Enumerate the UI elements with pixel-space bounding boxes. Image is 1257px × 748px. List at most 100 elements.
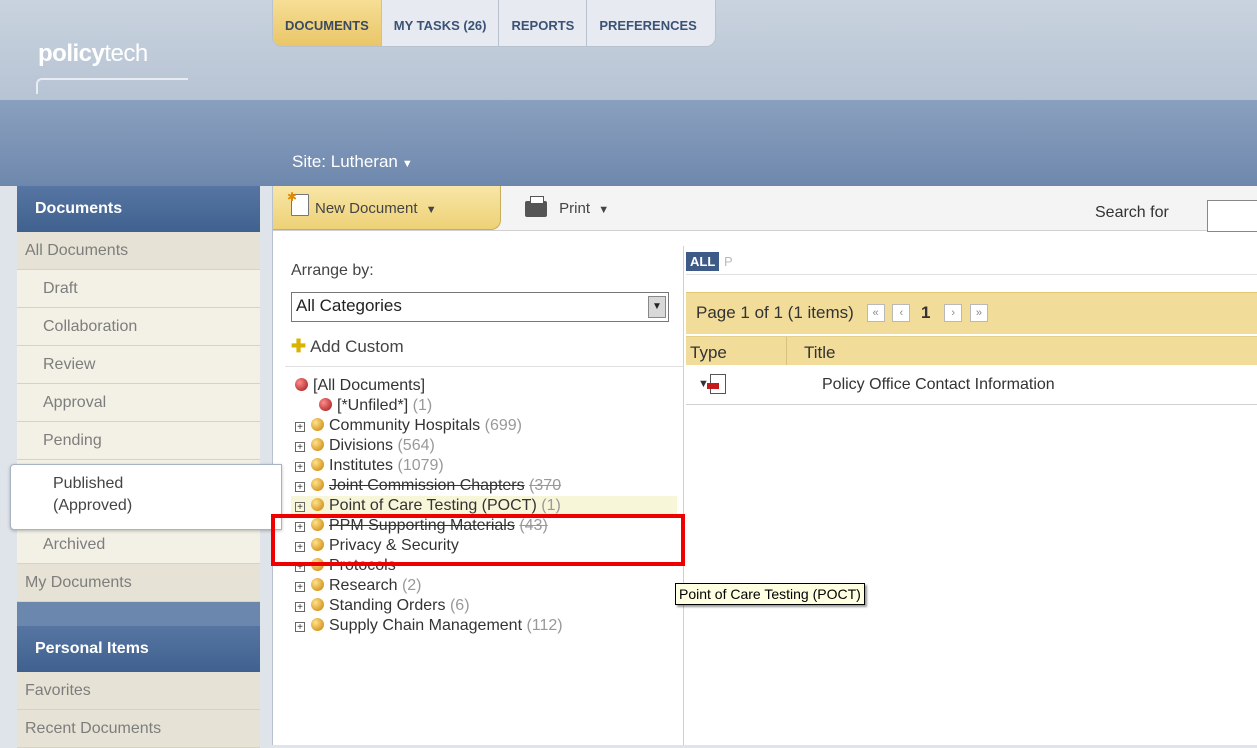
- tree-node[interactable]: [All Documents]: [295, 376, 695, 396]
- new-document-button[interactable]: New Document ▼: [273, 186, 501, 230]
- expand-icon[interactable]: +: [295, 582, 305, 593]
- table-row[interactable]: ▼ Policy Office Contact Information: [686, 370, 1257, 405]
- add-custom-label: Add Custom: [310, 337, 404, 356]
- pane-divider[interactable]: [683, 246, 684, 745]
- expand-icon[interactable]: +: [295, 482, 305, 493]
- tab-reports[interactable]: REPORTS: [499, 0, 588, 46]
- category-ball-icon: [311, 438, 324, 451]
- tree-node-label: [*Unfiled*]: [337, 397, 409, 414]
- expand-icon[interactable]: +: [295, 502, 305, 513]
- tab-documents[interactable]: DOCUMENTS: [273, 0, 382, 46]
- sidebar-item-all-documents[interactable]: All Documents: [17, 232, 260, 270]
- tab-preferences[interactable]: PREFERENCES: [587, 0, 715, 46]
- tree-node[interactable]: + Joint Commission Chapters (370: [295, 476, 695, 496]
- header-band: [0, 100, 1257, 186]
- tree-node-label: Community Hospitals: [329, 417, 481, 434]
- tree-node-count: (112): [526, 617, 563, 634]
- prev-page-icon[interactable]: ‹: [892, 304, 911, 322]
- first-page-icon[interactable]: «: [866, 304, 885, 322]
- sidebar-item-published[interactable]: Published (Approved): [10, 464, 282, 530]
- expand-icon[interactable]: +: [295, 422, 305, 433]
- category-ball-icon: [319, 398, 332, 411]
- search-input[interactable]: [1207, 200, 1257, 232]
- site-selector[interactable]: Site: Lutheran ▼: [292, 152, 413, 172]
- printer-icon: [525, 196, 547, 218]
- site-label: Site: Lutheran: [292, 152, 398, 171]
- tree-node[interactable]: + Research (2): [295, 576, 695, 596]
- tree-node-count: (1): [541, 497, 561, 514]
- sidebar-item-favorites[interactable]: Favorites: [17, 672, 260, 710]
- expand-icon[interactable]: +: [295, 622, 305, 633]
- app-header: policytech DOCUMENTS MY TASKS (26) REPOR…: [0, 0, 1257, 186]
- tree-node[interactable]: + Divisions (564): [295, 436, 695, 456]
- published-label-line1: Published: [53, 475, 124, 492]
- tree-node-count: (370: [529, 477, 562, 494]
- tree-divider: [285, 366, 683, 367]
- pager-text: Page 1 of 1 (1 items): [696, 303, 854, 322]
- sidebar-item-recent-documents[interactable]: Recent Documents: [17, 710, 260, 748]
- sidebar-gap: [17, 602, 260, 626]
- main-panel: New Document ▼ Print ▼ Search for Arrang…: [271, 186, 1257, 745]
- table-header: Type Title: [686, 336, 1257, 365]
- category-ball-icon: [311, 498, 324, 511]
- document-title-link[interactable]: Policy Office Contact Information: [822, 376, 1055, 394]
- app-logo[interactable]: policytech: [38, 40, 148, 68]
- tree-node[interactable]: + Supply Chain Management (112): [295, 616, 695, 636]
- category-ball-icon: [311, 578, 324, 591]
- new-document-icon: [287, 190, 309, 216]
- tree-node-count: (699): [484, 417, 522, 434]
- tree-node-count: (2): [401, 577, 422, 594]
- main-tabs: DOCUMENTS MY TASKS (26) REPORTS PREFEREN…: [272, 0, 716, 47]
- expand-icon[interactable]: +: [295, 442, 305, 453]
- column-header-title[interactable]: Title: [804, 343, 836, 363]
- sidebar-item-approval[interactable]: Approval: [17, 384, 260, 422]
- tree-node-label: Divisions: [329, 437, 394, 454]
- highlight-annotation-box: [271, 514, 685, 566]
- chevron-down-icon: ▼: [401, 158, 413, 170]
- dropdown-arrow-icon[interactable]: ▼: [648, 296, 666, 318]
- tree-node-label: Standing Orders: [329, 597, 446, 614]
- tree-node-count: (6): [449, 597, 470, 614]
- sidebar-personal-header: Personal Items: [17, 626, 260, 672]
- expand-icon[interactable]: +: [295, 602, 305, 613]
- print-button[interactable]: Print ▼: [525, 196, 609, 218]
- tree-node[interactable]: + Standing Orders (6): [295, 596, 695, 616]
- tree-node[interactable]: + Institutes (1079): [295, 456, 695, 476]
- expand-icon[interactable]: +: [295, 462, 305, 473]
- filter-bar: ALL P: [686, 252, 1257, 275]
- arrange-by-value: All Categories: [296, 296, 402, 315]
- logo-tab-shape: [36, 78, 188, 94]
- published-label-line2: (Approved): [53, 497, 133, 514]
- column-header-type[interactable]: Type: [690, 343, 727, 363]
- category-ball-icon: [295, 378, 308, 391]
- arrange-by-label: Arrange by:: [291, 262, 374, 279]
- sidebar-item-pending[interactable]: Pending: [17, 422, 260, 460]
- sidebar-item-review[interactable]: Review: [17, 346, 260, 384]
- tree-node-count: (1079): [397, 457, 444, 474]
- next-page-icon[interactable]: ›: [944, 304, 963, 322]
- sidebar-item-draft[interactable]: Draft: [17, 270, 260, 308]
- category-ball-icon: [311, 418, 324, 431]
- arrange-by-select[interactable]: All Categories ▼: [291, 292, 669, 322]
- current-page[interactable]: 1: [921, 303, 930, 322]
- tree-node-label: Supply Chain Management: [329, 617, 523, 634]
- tree-node[interactable]: [*Unfiled*] (1): [295, 396, 695, 416]
- tree-node-selected[interactable]: + Point of Care Testing (POCT) (1): [291, 496, 677, 516]
- plus-icon: ✚: [291, 336, 307, 356]
- category-ball-icon: [311, 618, 324, 631]
- tab-my-tasks[interactable]: MY TASKS (26): [382, 0, 500, 46]
- category-ball-icon: [311, 598, 324, 611]
- tree-node[interactable]: + Community Hospitals (699): [295, 416, 695, 436]
- tree-node-label: Institutes: [329, 457, 394, 474]
- filter-p[interactable]: P: [724, 254, 733, 269]
- tooltip: Point of Care Testing (POCT): [675, 583, 865, 605]
- category-tree: [All Documents] [*Unfiled*] (1) + Communi…: [271, 376, 695, 636]
- filter-all[interactable]: ALL: [686, 252, 720, 271]
- tree-node-count: (564): [397, 437, 435, 454]
- sidebar-item-archived[interactable]: Archived: [17, 526, 260, 564]
- sidebar-item-collaboration[interactable]: Collaboration: [17, 308, 260, 346]
- sidebar-item-my-documents[interactable]: My Documents: [17, 564, 260, 602]
- pager-bar: Page 1 of 1 (1 items) « ‹ 1 › »: [686, 292, 1257, 334]
- add-custom-link[interactable]: ✚ Add Custom: [291, 336, 404, 357]
- last-page-icon[interactable]: »: [969, 304, 988, 322]
